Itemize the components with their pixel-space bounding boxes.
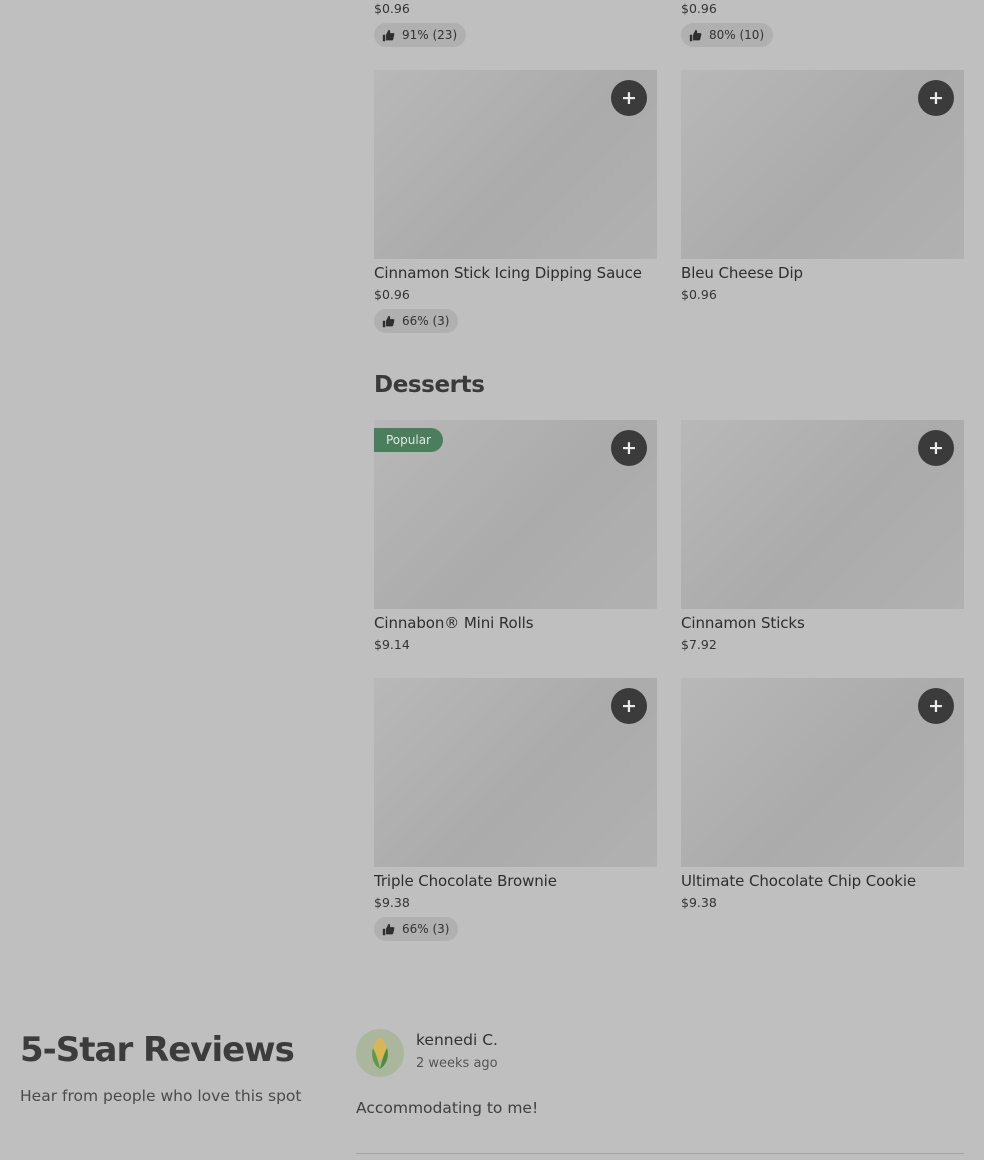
popular-badge: Popular — [374, 428, 443, 452]
add-item-button[interactable]: + — [918, 688, 954, 724]
add-item-button[interactable]: + — [611, 80, 647, 116]
item-name: Triple Chocolate Brownie — [374, 872, 557, 890]
add-item-button[interactable]: + — [918, 80, 954, 116]
item-price: $7.92 — [681, 637, 717, 652]
reviews-title: 5-Star Reviews — [20, 1030, 295, 1070]
item-name: Bleu Cheese Dip — [681, 264, 803, 282]
rating-pill: 66% (3) — [374, 917, 459, 941]
item-price: $9.38 — [374, 895, 410, 910]
rating-pill: 91% (23) — [374, 23, 467, 47]
store-menu-page: $0.96 91% (23) $0.96 80% (10) + Cinnamon… — [0, 0, 984, 1160]
item-name: Cinnamon Stick Icing Dipping Sauce — [374, 264, 642, 282]
rating-pill: 66% (3) — [374, 309, 459, 333]
item-image[interactable]: + — [374, 70, 657, 259]
avatar — [356, 1029, 404, 1077]
item-name: Cinnamon Sticks — [681, 614, 805, 632]
thumbs-up-icon — [689, 29, 702, 41]
item-fragment: $0.96 91% (23) — [374, 1, 467, 47]
item-price: $9.14 — [374, 637, 410, 652]
menu-item-card[interactable]: + Cinnamon Stick Icing Dipping Sauce $0.… — [374, 70, 657, 333]
add-item-button[interactable]: + — [611, 430, 647, 466]
rating-text: 66% (3) — [402, 314, 450, 328]
menu-item-card[interactable]: + Cinnamon Sticks $7.92 — [681, 420, 964, 652]
thumbs-up-icon — [382, 923, 395, 935]
item-name: Ultimate Chocolate Chip Cookie — [681, 872, 917, 890]
rating-text: 66% (3) — [402, 922, 450, 936]
thumbs-up-icon — [382, 29, 395, 41]
item-image[interactable]: + — [681, 678, 964, 867]
add-item-button[interactable]: + — [918, 430, 954, 466]
item-price: $0.96 — [681, 1, 717, 16]
menu-item-card[interactable]: + Ultimate Chocolate Chip Cookie $9.38 — [681, 678, 964, 910]
item-price: $9.38 — [681, 895, 717, 910]
item-name: Cinnabon® Mini Rolls — [374, 614, 534, 632]
item-price: $0.96 — [374, 287, 410, 302]
item-image[interactable]: + — [374, 678, 657, 867]
menu-item-card[interactable]: + Bleu Cheese Dip $0.96 — [681, 70, 964, 302]
item-price: $0.96 — [681, 287, 717, 302]
review-author[interactable]: kennedi C. — [416, 1031, 498, 1049]
review-timestamp: 2 weeks ago — [416, 1056, 498, 1071]
add-item-button[interactable]: + — [611, 688, 647, 724]
menu-item-card[interactable]: Popular + Cinnabon® Mini Rolls $9.14 — [374, 420, 657, 652]
corn-icon — [372, 1038, 388, 1069]
item-image[interactable]: + — [681, 420, 964, 609]
menu-item-card[interactable]: + Triple Chocolate Brownie $9.38 66% (3) — [374, 678, 657, 941]
reviews-subtitle: Hear from people who love this spot — [20, 1087, 302, 1105]
rating-text: 80% (10) — [709, 28, 765, 42]
rating-text: 91% (23) — [402, 28, 458, 42]
divider — [356, 1153, 964, 1154]
item-fragment: $0.96 80% (10) — [681, 1, 774, 47]
item-image[interactable]: + — [681, 70, 964, 259]
section-title: Desserts — [374, 372, 485, 398]
item-image[interactable]: Popular + — [374, 420, 657, 609]
item-price: $0.96 — [374, 1, 410, 16]
review-text: Accommodating to me! — [356, 1099, 539, 1117]
rating-pill: 80% (10) — [681, 23, 774, 47]
thumbs-up-icon — [382, 315, 395, 327]
